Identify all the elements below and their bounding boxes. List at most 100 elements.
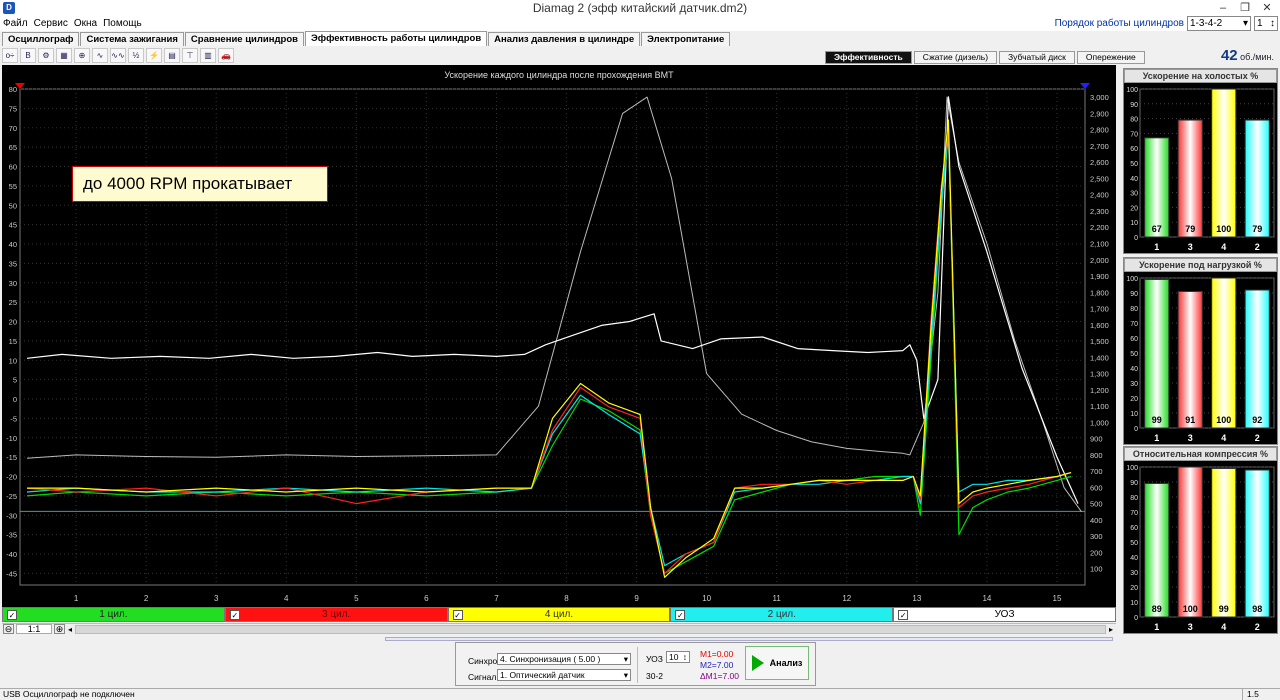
signal-select[interactable]: 1. Оптический датчик ▾ [497, 669, 631, 681]
y-tick-label: 40 [1130, 176, 1138, 183]
close-button[interactable]: ✕ [1256, 0, 1278, 16]
bar-1 [1144, 137, 1170, 238]
y-left-tick-label: 55 [9, 182, 17, 191]
cylinder-order-label: Порядок работы цилиндров [1054, 17, 1184, 29]
rpm-icon[interactable]: ⚙ [38, 48, 54, 63]
sync-label: Синхро: [468, 656, 500, 666]
checkbox-icon[interactable]: ✓ [229, 609, 240, 620]
grid-icon[interactable]: ▦ [56, 48, 72, 63]
legend-cyl-4[interactable]: ✓ 4 цил. [447, 607, 671, 622]
tab-efficiency[interactable]: Эффективность работы цилиндров [305, 31, 488, 46]
car-icon[interactable]: 🚗 [218, 48, 234, 63]
x-tick-label: 13 [912, 594, 921, 603]
menu-service[interactable]: Сервис [31, 18, 71, 29]
cursor-icon[interactable]: ⊕ [74, 48, 90, 63]
panel-splitter[interactable] [385, 637, 1113, 641]
bar-chart-icon[interactable]: ▥ [200, 48, 216, 63]
zoom-out-icon[interactable]: ⊖ [3, 624, 14, 634]
load-acceleration-panel: Ускорение под нагрузкой % 100 90 80 70 60 50 4… [1123, 257, 1278, 445]
subtab-compression[interactable]: Сжатие (дизель) [913, 51, 998, 64]
wave-icon[interactable]: ∿ [92, 48, 108, 63]
menu-file[interactable]: Файл [0, 18, 31, 29]
legend-uoz[interactable]: ✓ УОЗ [893, 607, 1116, 622]
bar-3 [1177, 291, 1203, 429]
category-label: 4 [1221, 433, 1226, 443]
x-tick-label: 3 [214, 594, 219, 603]
x-tick-label: 14 [982, 594, 991, 603]
cylinder-order-select[interactable]: 1-3-4-2 ▾ [1187, 15, 1251, 31]
uoz-stepper[interactable]: 10 ↕ [666, 651, 690, 663]
legend-cyl-1[interactable]: ✓ 1 цил. [2, 607, 225, 622]
tab-ignition[interactable]: Система зажигания [80, 32, 184, 46]
cylinder-count-stepper[interactable]: 1 ↕ [1254, 15, 1278, 31]
checkbox-icon[interactable]: ✓ [452, 609, 463, 620]
compression-panel: Относительная компрессия % 100 90 80 70 60 50… [1123, 446, 1278, 634]
wave-vvt-icon[interactable]: ∿∿ [110, 48, 126, 63]
scale-icon[interactable]: o÷ [2, 48, 18, 63]
rpm-value: 42 [1220, 47, 1238, 64]
y-tick-label: 30 [1130, 570, 1138, 577]
y-tick-label: 60 [1130, 525, 1138, 532]
chart-svg[interactable]: Ускорение каждого цилиндра после прохожд… [2, 65, 1116, 608]
y-right-tick-label: 1,400 [1090, 353, 1109, 362]
chevron-down-icon: ▾ [623, 670, 628, 680]
subtab-efficiency[interactable]: Эффективность [825, 51, 912, 64]
scroll-track[interactable] [75, 624, 1106, 634]
legend-cyl-2[interactable]: ✓ 2 цил. [670, 607, 894, 622]
y-tick-label: 40 [1130, 366, 1138, 373]
tab-power[interactable]: Электропитание [641, 32, 731, 46]
legend-cyl-3[interactable]: ✓ 3 цил. [224, 607, 448, 622]
checkbox-icon[interactable]: ✓ [675, 609, 686, 620]
y-tick-label: 80 [1130, 117, 1138, 124]
minimize-button[interactable]: – [1212, 0, 1234, 16]
checkbox-icon[interactable]: ✓ [7, 609, 17, 620]
status-bar: USB Осциллограф не подключен 1.5 [0, 688, 1280, 700]
category-label: 2 [1255, 622, 1260, 632]
checkbox-icon[interactable]: ✓ [898, 609, 909, 620]
horizontal-scrollbar[interactable]: ⊖ 1:1 ⊕ ◂ ▸ [2, 623, 1116, 634]
y-right-tick-label: 2,300 [1090, 207, 1109, 216]
sync-select[interactable]: 4. Синхронизация ( 5.00 ) ▾ [497, 653, 631, 665]
menu-windows[interactable]: Окна [71, 18, 100, 29]
y-tick-label: 50 [1130, 351, 1138, 358]
category-label: 4 [1221, 242, 1226, 252]
y-right-tick-label: 1,600 [1090, 321, 1109, 330]
subtab-tooth-wheel[interactable]: Зубчатый диск [999, 51, 1075, 64]
scroll-left-icon[interactable]: ◂ [65, 625, 75, 634]
filter-icon[interactable]: ⊤ [182, 48, 198, 63]
sensor-icon[interactable]: ⚡ [146, 48, 162, 63]
scroll-right-icon[interactable]: ▸ [1106, 625, 1116, 634]
y-right-tick-label: 1,700 [1090, 305, 1109, 314]
y-tick-label: 20 [1130, 585, 1138, 592]
x-tick-label: 7 [494, 594, 499, 603]
y-right-tick-label: 2,800 [1090, 126, 1109, 135]
menu-help[interactable]: Помощь [100, 18, 145, 29]
tab-cylinder-compare[interactable]: Сравнение цилиндров [184, 32, 304, 46]
y-tick-label: 90 [1130, 102, 1138, 109]
tab-oscilloscope[interactable]: Осциллограф [2, 32, 80, 46]
y-tick-label: 70 [1130, 131, 1138, 138]
y-right-tick-label: 2,600 [1090, 158, 1109, 167]
bar-value-label: 79 [1252, 224, 1262, 234]
y-tick-label: 90 [1130, 291, 1138, 298]
table-icon[interactable]: ▤ [164, 48, 180, 63]
y-right-tick-label: 900 [1090, 435, 1103, 444]
panel-title: Ускорение на холостых % [1124, 69, 1277, 83]
category-label: 1 [1154, 433, 1159, 443]
marker-b-icon[interactable]: B [20, 48, 36, 63]
analyze-button[interactable]: Анализ [745, 646, 809, 680]
compression-chart: 10090807060504030201008911003994982 [1126, 465, 1275, 632]
bar-value-label: 98 [1252, 604, 1262, 614]
restore-button[interactable]: ❐ [1234, 0, 1256, 16]
main-tabs: Осциллограф Система зажигания Сравнение … [2, 31, 731, 46]
tab-pressure[interactable]: Анализ давления в цилиндре [488, 32, 641, 46]
marker-m2: M2=7.00 [700, 660, 734, 670]
category-label: 2 [1255, 242, 1260, 252]
bar-value-label: 100 [1216, 224, 1231, 234]
main-chart[interactable]: Ускорение каждого цилиндра после прохожд… [2, 65, 1116, 608]
zoom-in-icon[interactable]: ⊕ [54, 624, 65, 634]
alg-icon[interactable]: ½ [128, 48, 144, 63]
y-right-tick-label: 2,200 [1090, 223, 1109, 232]
subtab-advance[interactable]: Опережение [1076, 51, 1145, 64]
chart-title: Ускорение каждого цилиндра после прохожд… [444, 70, 674, 80]
